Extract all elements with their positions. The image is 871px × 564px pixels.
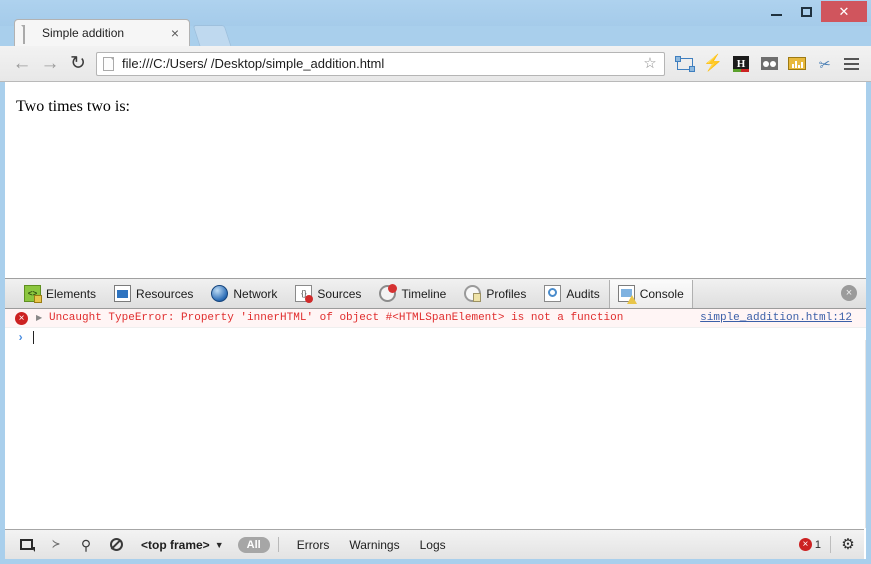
flickr-icon[interactable] xyxy=(755,50,783,78)
filter-warnings[interactable]: Warnings xyxy=(339,538,409,552)
error-badge-icon: × xyxy=(15,311,28,325)
lightning-bolt-icon[interactable]: ⚡ xyxy=(699,50,727,78)
devtools-tab-label: Console xyxy=(639,286,684,301)
text-cursor xyxy=(33,331,35,344)
url-text[interactable]: file:///C:/Users/ /Desktop/simple_additi… xyxy=(122,56,640,71)
back-arrow-icon: ← xyxy=(12,53,32,74)
gear-icon[interactable]: ⚙ xyxy=(840,536,856,553)
frame-selector-label: <top frame> xyxy=(141,537,210,552)
frame-selector[interactable]: <top frame> ▼ xyxy=(141,538,224,552)
filter-divider xyxy=(277,537,279,552)
console-input-row[interactable]: › xyxy=(5,328,866,347)
error-count-number: 1 xyxy=(814,538,821,551)
filter-errors[interactable]: Errors xyxy=(287,538,340,552)
tab-close-icon[interactable]: × xyxy=(167,25,183,41)
forward-button[interactable]: → xyxy=(36,50,64,78)
devtools-tab-label: Elements xyxy=(46,286,97,301)
devtools-tab-label: Profiles xyxy=(486,286,527,301)
screen-capture-icon[interactable] xyxy=(671,50,699,78)
console-filters: All Errors Warnings Logs xyxy=(237,536,456,553)
bookmark-star-icon[interactable]: ☆ xyxy=(640,54,660,74)
resources-icon xyxy=(114,285,132,302)
devtools-tab-bar: <> Elements Resources Network {} Sources… xyxy=(5,279,866,309)
search-icon[interactable]: ⚲ xyxy=(73,534,99,556)
devtools-close-button[interactable]: × xyxy=(841,285,857,301)
chevron-down-icon: ▼ xyxy=(214,539,224,550)
timeline-icon xyxy=(379,284,398,302)
reload-button[interactable]: ↻ xyxy=(64,50,92,78)
error-count-badge[interactable]: × 1 xyxy=(798,538,821,551)
console-scrollbar[interactable] xyxy=(865,340,866,528)
page-viewport: Two times two is: xyxy=(5,82,866,278)
network-icon xyxy=(211,285,229,302)
devtools-tab-elements[interactable]: <> Elements xyxy=(15,280,105,308)
page-document-icon xyxy=(103,56,114,71)
show-drawer-icon[interactable]: ≻ xyxy=(43,534,69,556)
chart-extension-icon[interactable] xyxy=(783,50,811,78)
devtools-status-bar: ≻ ⚲ <top frame> ▼ All Errors Warnings Lo… xyxy=(5,529,864,559)
reload-icon: ↻ xyxy=(70,53,86,74)
audits-icon xyxy=(544,285,562,302)
devtools-tab-label: Timeline xyxy=(401,286,447,301)
devtools-panel: <> Elements Resources Network {} Sources… xyxy=(5,278,866,559)
devtools-tab-console[interactable]: Console xyxy=(608,279,693,308)
sources-icon: {} xyxy=(295,285,314,303)
devtools-tab-label: Network xyxy=(233,286,278,301)
tab-strip: Simple addition × xyxy=(0,0,871,46)
elements-icon: <> xyxy=(24,285,42,303)
new-tab-button[interactable] xyxy=(192,25,232,46)
console-error-row[interactable]: × ▶ Uncaught TypeError: Property 'innerH… xyxy=(5,309,866,328)
filter-logs[interactable]: Logs xyxy=(410,538,456,552)
browser-toolbar: ← → ↻ file:///C:/Users/ /Desktop/simple_… xyxy=(0,46,871,82)
page-content-text: Two times two is: xyxy=(16,98,130,115)
devtools-tab-label: Audits xyxy=(566,286,600,301)
console-output: × ▶ Uncaught TypeError: Property 'innerH… xyxy=(5,309,866,528)
console-source-link[interactable]: simple_addition.html:12 xyxy=(700,312,852,324)
devtools-tab-label: Sources xyxy=(317,286,362,301)
clear-console-icon[interactable] xyxy=(103,534,129,556)
status-bar-right: × 1 ⚙ xyxy=(798,536,856,553)
h-extension-icon[interactable]: H xyxy=(727,50,755,78)
back-button[interactable]: ← xyxy=(8,50,36,78)
console-icon xyxy=(617,285,637,304)
prompt-caret-icon: › xyxy=(17,330,25,345)
expand-triangle-icon[interactable]: ▶ xyxy=(36,314,46,322)
tab-title: Simple addition xyxy=(42,26,125,40)
devtools-tab-sources[interactable]: {} Sources xyxy=(286,280,370,308)
devtools-tab-audits[interactable]: Audits xyxy=(535,280,608,308)
tab-favicon-icon xyxy=(23,25,35,44)
devtools-tab-network[interactable]: Network xyxy=(202,280,286,308)
forward-arrow-icon: → xyxy=(40,53,60,74)
dock-to-side-icon[interactable] xyxy=(13,534,39,556)
browser-window: ✕ Simple addition × ← → ↻ file:///C:/Use… xyxy=(0,0,871,564)
devtools-tab-resources[interactable]: Resources xyxy=(105,280,202,308)
error-badge-icon: × xyxy=(798,538,812,551)
scissors-icon[interactable]: ✂ xyxy=(811,50,839,78)
devtools-tab-label: Resources xyxy=(136,286,194,301)
browser-tab[interactable]: Simple addition × xyxy=(14,19,190,46)
profiles-icon xyxy=(464,285,482,302)
chrome-menu-button[interactable] xyxy=(839,52,863,76)
devtools-tab-profiles[interactable]: Profiles xyxy=(455,280,535,308)
console-error-text: Uncaught TypeError: Property 'innerHTML'… xyxy=(49,312,624,324)
devtools-tab-timeline[interactable]: Timeline xyxy=(370,280,455,308)
status-divider xyxy=(830,536,831,553)
address-bar[interactable]: file:///C:/Users/ /Desktop/simple_additi… xyxy=(96,51,665,76)
filter-all[interactable]: All xyxy=(237,536,270,553)
